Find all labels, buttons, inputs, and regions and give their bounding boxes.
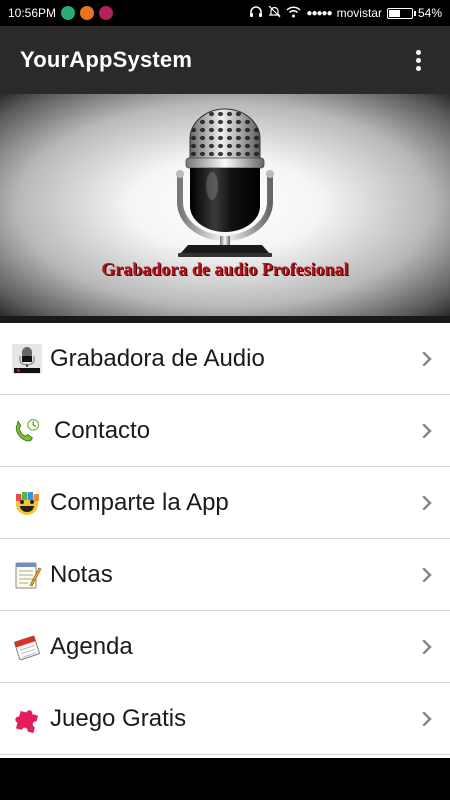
menu-item-agenda[interactable]: Agenda (0, 611, 450, 683)
banner-caption: Grabadora de audio Profesional (101, 259, 349, 279)
menu-item-label: Comparte la App (50, 488, 229, 516)
status-bar: 10:56PM ●●●●● movistar 54% (0, 0, 450, 26)
overflow-dot-icon (415, 57, 421, 63)
menu-item-label: Notas (50, 560, 113, 588)
chevron-right-icon (420, 711, 434, 726)
menu-item-contacto[interactable]: Contacto (0, 395, 450, 467)
carrier-name: movistar (336, 6, 382, 20)
battery-icon (386, 7, 416, 19)
chevron-right-icon (420, 567, 434, 582)
overflow-dot-icon (415, 65, 421, 71)
app-notification-icon (80, 6, 95, 20)
media-notification-icon (99, 6, 114, 20)
chevron-right-icon (420, 639, 434, 654)
menu-item-label: Agenda (50, 632, 133, 660)
overflow-menu-button[interactable] (406, 45, 430, 75)
menu-item-notas[interactable]: Notas (0, 539, 450, 611)
battery-percent: 54% (417, 6, 442, 20)
calendar-icon (12, 632, 42, 662)
security-notification-icon (61, 6, 76, 20)
banner-divider (0, 316, 450, 323)
wifi-icon (286, 5, 301, 21)
menu-item-label: Juego Gratis (50, 704, 187, 732)
menu-item-juego[interactable]: Juego Gratis (0, 683, 450, 755)
menu-item-label: Grabadora de Audio (50, 344, 265, 372)
battery-fill (388, 9, 400, 17)
headphones-icon (249, 5, 263, 21)
banner-microphone-icon (176, 108, 274, 257)
main-menu-list: Grabadora de Audio Contacto Comparte la … (0, 323, 450, 755)
chevron-right-icon (420, 423, 434, 438)
puzzle-icon (12, 704, 42, 734)
microphone-icon (12, 343, 42, 374)
chevron-right-icon (420, 495, 434, 510)
app-bar: YourAppSystem (0, 26, 450, 94)
status-time: 10:56PM (8, 6, 57, 20)
menu-item-label: Contacto (54, 416, 151, 444)
notepad-icon (12, 560, 42, 590)
menu-item-grabadora[interactable]: Grabadora de Audio (0, 323, 450, 395)
share-app-icon (12, 488, 42, 518)
app-title: YourAppSystem (20, 47, 193, 72)
bottom-bar (0, 758, 450, 800)
menu-item-comparte[interactable]: Comparte la App (0, 467, 450, 539)
header-banner: Grabadora de audio Profesional (0, 94, 450, 316)
signal-strength-icon: ●●●●● (306, 7, 332, 19)
chevron-right-icon (420, 351, 434, 366)
muted-bell-icon (268, 5, 281, 21)
phone-icon (12, 416, 42, 446)
overflow-dot-icon (415, 49, 421, 55)
